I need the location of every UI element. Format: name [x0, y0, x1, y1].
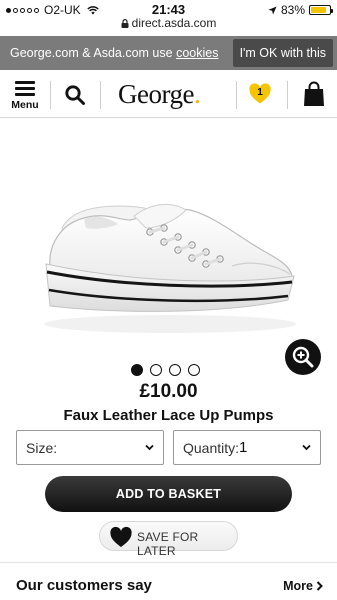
battery-icon	[309, 5, 333, 15]
basket-icon[interactable]	[303, 81, 325, 107]
location-arrow-icon	[268, 5, 277, 15]
accept-cookies-button[interactable]: I'm OK with this	[232, 39, 333, 67]
carousel-dots	[131, 364, 200, 376]
reviews-heading: Our customers say	[16, 577, 152, 594]
header-divider	[50, 81, 51, 109]
battery-percent: 83%	[280, 3, 305, 17]
logo-dot: .	[193, 79, 201, 109]
product-title: Faux Leather Lace Up Pumps	[63, 407, 274, 424]
size-label: Size:	[26, 440, 58, 456]
carousel-dot[interactable]	[169, 364, 181, 376]
menu-icon	[10, 81, 40, 96]
section-divider	[0, 562, 337, 563]
url-text: direct.asda.com	[131, 16, 217, 30]
menu-button[interactable]: Menu	[10, 81, 40, 111]
header-divider	[236, 81, 237, 109]
cookie-message: George.com & Asda.com use cookies	[10, 46, 218, 60]
status-right: 83%	[268, 3, 333, 17]
heart-icon	[110, 526, 132, 547]
search-icon[interactable]	[64, 84, 86, 106]
chevron-right-icon	[316, 581, 323, 591]
size-select[interactable]: Size:	[16, 430, 164, 465]
george-logo[interactable]: George.	[118, 79, 218, 110]
product-image[interactable]	[0, 120, 337, 352]
battery-level	[311, 7, 326, 13]
header-divider	[287, 81, 288, 109]
menu-label: Menu	[11, 99, 39, 111]
more-label: More	[283, 579, 313, 593]
quantity-label: Quantity:	[183, 440, 240, 456]
lock-icon	[121, 19, 129, 28]
chevron-down-icon	[145, 444, 154, 451]
cookies-link[interactable]: cookies	[176, 46, 218, 60]
logo-text: George	[118, 79, 194, 109]
zoom-button[interactable]	[285, 339, 321, 375]
chevron-down-icon	[302, 444, 311, 451]
favourites-count: 1	[257, 87, 263, 98]
quantity-select[interactable]: Quantity: 1	[173, 430, 321, 465]
carousel-dot[interactable]	[131, 364, 143, 376]
more-reviews-link[interactable]: More	[283, 579, 323, 593]
cookie-message-text: George.com & Asda.com use	[10, 46, 177, 60]
save-for-later-label: SAVE FOR LATER	[137, 530, 199, 558]
cookie-banner: George.com & Asda.com use cookies I'm OK…	[0, 36, 337, 70]
carousel-dot[interactable]	[150, 364, 162, 376]
add-to-basket-button[interactable]: ADD TO BASKET	[45, 476, 292, 512]
header-divider	[100, 81, 101, 109]
zoom-in-icon	[292, 346, 314, 368]
address-bar[interactable]: direct.asda.com	[0, 16, 337, 34]
favourites-button[interactable]: 1	[248, 82, 272, 106]
quantity-value: 1	[239, 439, 248, 456]
carousel-dot[interactable]	[188, 364, 200, 376]
save-for-later-button[interactable]: SAVE FOR LATER	[99, 521, 238, 558]
site-header: Menu George. 1	[0, 72, 337, 118]
product-price: £10.00	[139, 381, 198, 402]
